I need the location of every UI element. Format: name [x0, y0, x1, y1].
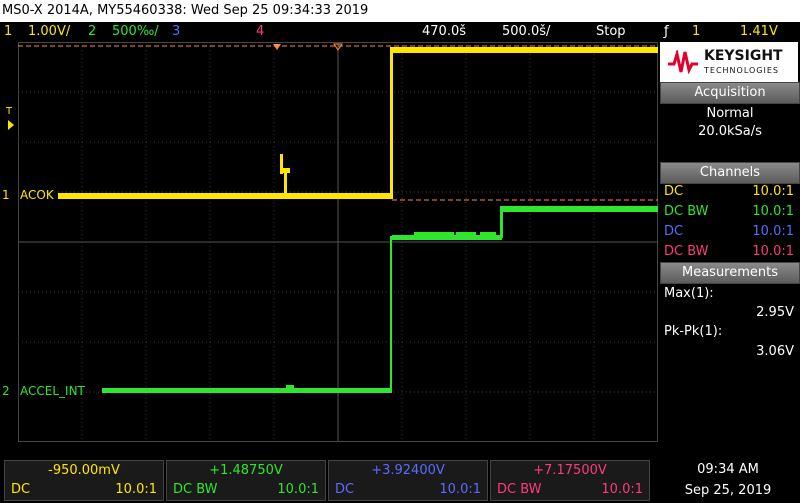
measurement-max-label: Max(1): [664, 286, 714, 301]
waveform-grid [18, 42, 658, 442]
acquisition-mode: Normal [706, 106, 754, 121]
measurement-pkpk-label: Pk-Pk(1): [664, 324, 723, 339]
channel-coupling: DC BW [664, 204, 709, 219]
ch3-offset: +3.92400V [371, 463, 445, 478]
measurement-max-value: 2.95V [756, 305, 794, 320]
clock-time: 09:34 AM [697, 462, 759, 477]
trigger-channel[interactable]: 1 [692, 22, 700, 42]
trigger-icon: ƒ [664, 24, 669, 39]
ch2-probe: 10.0:1 [277, 482, 319, 497]
ch4-coupling: DC BW [497, 482, 542, 497]
status-bar: 1 1.00V/ 2 500‰/ 3 4 470.0š 500.0š/ Stop… [0, 22, 800, 42]
sample-rate: 20.0kSa/s [698, 124, 762, 139]
measurement-pkpk-value: 3.06V [756, 344, 794, 359]
ch2-label: ACCEL_INT [20, 384, 85, 398]
acquisition-header[interactable]: Acquisition [660, 82, 800, 104]
channel-coupling: DC [664, 224, 684, 239]
ch4-offset: +7.17500V [533, 463, 607, 478]
trigger-level[interactable]: 1.41V [740, 22, 778, 42]
channel-coupling: DC BW [664, 244, 709, 259]
ch2-offset: +1.48750V [209, 463, 283, 478]
ch2-coupling: DC BW [173, 482, 218, 497]
channel-probe: 10.0:1 [752, 204, 794, 219]
ch2-offset-box[interactable]: +1.48750V DC BW 10.0:1 [166, 460, 326, 501]
ch4-probe: 10.0:1 [601, 482, 643, 497]
trigger-arrow-icon [8, 120, 14, 130]
run-state[interactable]: Stop [596, 22, 626, 42]
ch1-number[interactable]: 1 [4, 22, 12, 42]
clock: 09:34 AM Sep 25, 2019 [656, 458, 800, 503]
channel-row-2[interactable]: DC BW 10.0:1 [662, 202, 798, 222]
keysight-wave-icon [668, 50, 698, 74]
ch1-probe: 10.0:1 [115, 482, 157, 497]
ch1-scale[interactable]: 1.00V/ [28, 22, 70, 42]
ch1-ground-marker[interactable]: 1 [2, 188, 10, 202]
ch1-offset-box[interactable]: -950.00mV DC 10.0:1 [4, 460, 164, 501]
brand-subtitle: TECHNOLOGIES [704, 66, 779, 75]
ch1-label: ACOK [20, 188, 54, 202]
time-scale[interactable]: 500.0š/ [502, 22, 550, 42]
channel-row-4[interactable]: DC BW 10.0:1 [662, 242, 798, 262]
channel-probe: 10.0:1 [752, 184, 794, 199]
ch2-scale[interactable]: 500‰/ [112, 22, 159, 42]
waveform-display[interactable] [18, 42, 658, 442]
ch3-coupling: DC [335, 482, 355, 497]
channels-header[interactable]: Channels [660, 162, 800, 184]
time-offset[interactable]: 470.0š [422, 22, 466, 42]
ch1-offset: -950.00mV [48, 463, 120, 478]
brand-logo: KEYSIGHT TECHNOLOGIES [660, 42, 798, 82]
channel-offset-bar: -950.00mV DC 10.0:1 +1.48750V DC BW 10.0… [0, 458, 800, 503]
channel-row-1[interactable]: DC 10.0:1 [662, 182, 798, 202]
ch3-probe: 10.0:1 [439, 482, 481, 497]
title-bar: MS0-X 2014A, MY55460338: Wed Sep 25 09:3… [0, 0, 800, 22]
side-panel: KEYSIGHT TECHNOLOGIES Acquisition Normal… [660, 42, 800, 442]
clock-date: Sep 25, 2019 [684, 483, 772, 498]
measurements-header[interactable]: Measurements [660, 262, 800, 284]
trigger-marker: T [6, 106, 13, 117]
ch2-number[interactable]: 2 [88, 22, 96, 42]
channel-probe: 10.0:1 [752, 244, 794, 259]
channel-coupling: DC [664, 184, 684, 199]
ch2-ground-marker[interactable]: 2 [2, 384, 10, 398]
brand-name: KEYSIGHT [704, 48, 783, 64]
ch3-number[interactable]: 3 [172, 22, 180, 42]
ch1-coupling: DC [11, 482, 31, 497]
ch3-offset-box[interactable]: +3.92400V DC 10.0:1 [328, 460, 488, 501]
ch4-number[interactable]: 4 [256, 22, 264, 42]
channel-row-3[interactable]: DC 10.0:1 [662, 222, 798, 242]
ch2-trace [102, 206, 658, 393]
ch1-trace [58, 47, 658, 199]
channel-probe: 10.0:1 [752, 224, 794, 239]
ch4-offset-box[interactable]: +7.17500V DC BW 10.0:1 [490, 460, 650, 501]
